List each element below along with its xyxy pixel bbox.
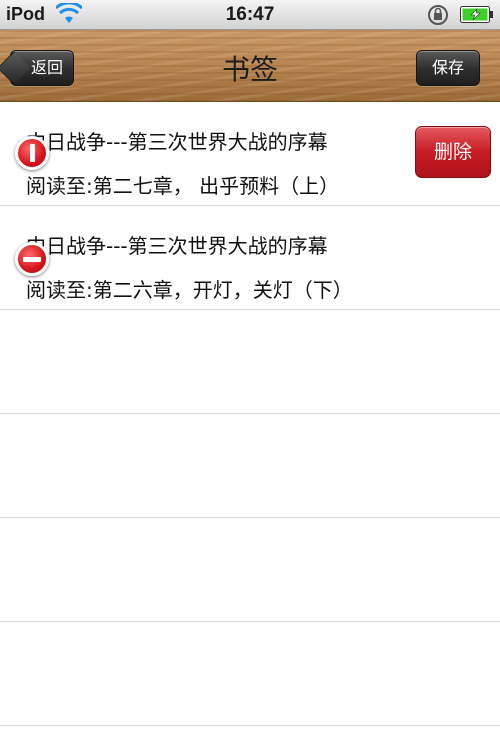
navigation-bar: 返回 书签 保存 [0,30,500,102]
empty-row [0,622,500,726]
save-button[interactable]: 保存 [416,50,480,86]
battery-charging-icon [460,6,493,23]
bookmark-progress: 阅读至:第二七章， 出乎预料（上） [26,174,340,198]
delete-control-icon[interactable] [15,242,49,276]
delete-control-icon[interactable] [15,136,49,170]
empty-row [0,414,500,518]
bookmark-title: 中日战争---第三次世界大战的序幕 [26,130,328,154]
bookmark-progress: 阅读至:第二六章，开灯，关灯（下） [26,278,353,302]
back-button-label: 返回 [30,58,63,77]
empty-row [0,518,500,622]
delete-button[interactable]: 删除 [415,126,491,178]
bookmark-title: 中日战争---第三次世界大战的序幕 [26,234,328,258]
bookmark-row[interactable]: 中日战争---第三次世界大战的序幕 阅读至:第二七章， 出乎预料（上） 删除 [0,102,500,206]
bookmark-list: 中日战争---第三次世界大战的序幕 阅读至:第二七章， 出乎预料（上） 删除 中… [0,102,500,726]
orientation-lock-icon [428,5,448,25]
status-bar: iPod 16:47 [0,0,500,30]
clock: 16:47 [225,4,275,25]
empty-row [0,310,500,414]
bookmark-row[interactable]: 中日战争---第三次世界大战的序幕 阅读至:第二六章，开灯，关灯（下） [0,206,500,310]
